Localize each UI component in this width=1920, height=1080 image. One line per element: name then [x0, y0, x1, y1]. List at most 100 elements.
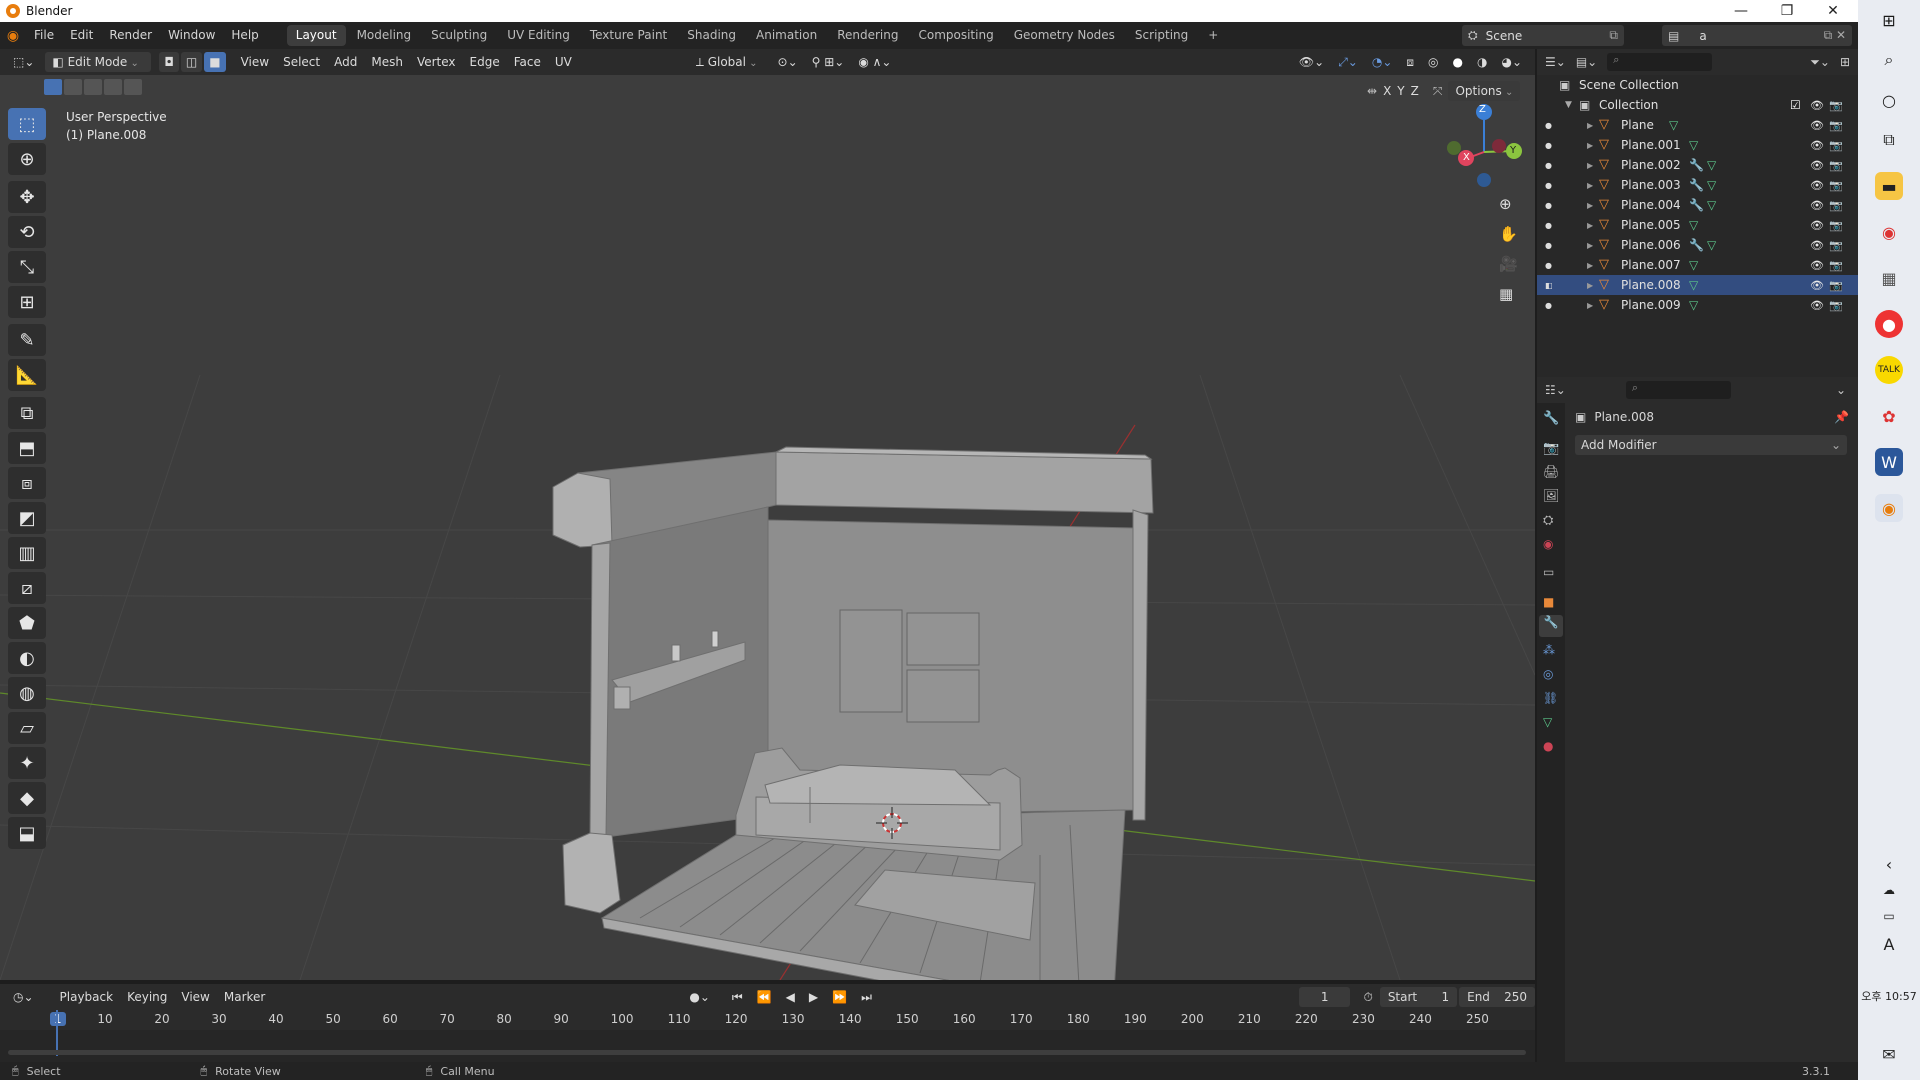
- menu-edge[interactable]: Edge: [463, 52, 507, 72]
- visibility-icon[interactable]: 👁⌄: [1292, 52, 1331, 72]
- menu-playback[interactable]: Playback: [53, 987, 121, 1007]
- outliner-object-row[interactable]: ● ▶ ▽ Plane.001 ▽ 👁 📷: [1537, 135, 1858, 155]
- rendered-shading-icon[interactable]: ◕⌄: [1494, 52, 1529, 72]
- frame-tick-label[interactable]: 230: [1352, 1012, 1375, 1026]
- pan-hand-icon[interactable]: ✋: [1499, 225, 1518, 243]
- select-extend-icon[interactable]: [64, 79, 82, 95]
- spin-tool-icon[interactable]: ◐: [8, 642, 46, 674]
- render-camera-icon[interactable]: 📷: [1829, 179, 1843, 192]
- physics-tab-icon[interactable]: ◎: [1543, 667, 1553, 681]
- eye-icon[interactable]: 👁: [1810, 199, 1824, 212]
- autokey-icon[interactable]: ●⌄: [682, 987, 717, 1007]
- proportional-edit-icon[interactable]: ◉ ∧⌄: [851, 52, 898, 72]
- edit-toggle-icon[interactable]: ●: [1545, 221, 1552, 230]
- blender-menu-icon[interactable]: ◉: [0, 22, 26, 49]
- mesh-data-icon[interactable]: ▽: [1669, 118, 1678, 132]
- select-invert-icon[interactable]: [104, 79, 122, 95]
- editor-type-icon[interactable]: ⬚⌄: [6, 52, 41, 72]
- jump-start-icon[interactable]: ⏮: [725, 987, 750, 1007]
- eye-icon[interactable]: 👁: [1810, 99, 1824, 112]
- tab-shading[interactable]: Shading: [678, 25, 745, 46]
- outliner-editor-icon[interactable]: ☰⌄: [1545, 55, 1566, 69]
- menu-marker[interactable]: Marker: [217, 987, 272, 1007]
- tool-tab-icon[interactable]: 🔧: [1543, 411, 1559, 426]
- filter-icon[interactable]: ⏷⌄: [1810, 55, 1830, 70]
- mesh-data-icon[interactable]: ▽: [1689, 278, 1698, 292]
- tab-sculpting[interactable]: Sculpting: [422, 25, 496, 46]
- edit-toggle-icon[interactable]: ●: [1545, 161, 1552, 170]
- render-camera-icon[interactable]: 📷: [1829, 159, 1843, 172]
- auto-merge-icon[interactable]: ⤧: [1433, 84, 1443, 99]
- cursor-tool-icon[interactable]: ⊕: [8, 143, 46, 175]
- expand-arrow-icon[interactable]: ▶: [1587, 221, 1593, 230]
- shear-tool-icon[interactable]: ◆: [8, 782, 46, 814]
- menu-add[interactable]: Add: [327, 52, 364, 72]
- select-box-tool-icon[interactable]: ⬚: [8, 108, 46, 140]
- add-cube-tool-icon[interactable]: ⧉: [8, 397, 46, 429]
- frame-tick-label[interactable]: 30: [211, 1012, 226, 1026]
- camera-view-icon[interactable]: 🎥: [1499, 255, 1518, 273]
- current-frame-field[interactable]: 1: [1298, 987, 1351, 1007]
- collection-row[interactable]: ▼ ▣ Collection ☑ 👁 📷: [1537, 95, 1858, 115]
- edit-toggle-icon[interactable]: ●: [1545, 261, 1552, 270]
- outliner-object-row[interactable]: ● ▶ ▽ Plane.006 🔧 ▽ 👁 📷: [1537, 235, 1858, 255]
- frame-tick-label[interactable]: 250: [1466, 1012, 1489, 1026]
- select-new-icon[interactable]: [44, 79, 62, 95]
- jump-end-icon[interactable]: ⏭: [854, 987, 879, 1007]
- menu-edit[interactable]: Edit: [62, 22, 101, 49]
- material-shading-icon[interactable]: ◑: [1470, 52, 1494, 72]
- menu-help[interactable]: Help: [223, 22, 266, 49]
- new-collection-icon[interactable]: ⊞: [1840, 55, 1850, 69]
- expand-arrow-icon[interactable]: ▶: [1587, 301, 1593, 310]
- menu-keying[interactable]: Keying: [120, 987, 174, 1007]
- mesh-data-icon[interactable]: ▽: [1689, 218, 1698, 232]
- gizmo-x-label[interactable]: X: [1463, 152, 1470, 163]
- orientation-dropdown[interactable]: ⟂ Global: [689, 52, 765, 72]
- xray-icon[interactable]: ⧈: [1399, 52, 1421, 72]
- play-reverse-icon[interactable]: ◀: [779, 987, 802, 1007]
- minimize-button[interactable]: —: [1718, 0, 1764, 22]
- eye-icon[interactable]: 👁: [1810, 139, 1824, 152]
- play-icon[interactable]: ▶: [802, 987, 825, 1007]
- tab-modeling[interactable]: Modeling: [348, 25, 421, 46]
- kakaotalk-icon[interactable]: TALK: [1875, 356, 1903, 384]
- inset-tool-icon[interactable]: ⧈: [8, 467, 46, 499]
- rotate-tool-icon[interactable]: ⟲: [8, 216, 46, 248]
- properties-editor-icon[interactable]: ☷⌄: [1545, 383, 1566, 397]
- timeline-editor-icon[interactable]: ◷⌄: [6, 987, 41, 1007]
- outliner-object-row[interactable]: ● ▶ ▽ Plane.003 🔧 ▽ 👁 📷: [1537, 175, 1858, 195]
- mesh-data-icon[interactable]: ▽: [1707, 198, 1716, 212]
- frame-tick-label[interactable]: 110: [668, 1012, 691, 1026]
- world-tab-icon[interactable]: ◉: [1543, 537, 1553, 551]
- frame-tick-label[interactable]: 90: [554, 1012, 569, 1026]
- modifier-icon[interactable]: 🔧: [1689, 198, 1704, 212]
- cortana-icon[interactable]: ○: [1875, 86, 1903, 114]
- eye-icon[interactable]: 👁: [1810, 279, 1824, 292]
- frame-tick-label[interactable]: 210: [1238, 1012, 1261, 1026]
- modifier-icon[interactable]: 🔧: [1689, 158, 1704, 172]
- outliner-object-row[interactable]: ● ▶ ▽ Plane.002 🔧 ▽ 👁 📷: [1537, 155, 1858, 175]
- eye-icon[interactable]: 👁: [1810, 259, 1824, 272]
- rip-tool-icon[interactable]: ⬓: [8, 817, 46, 849]
- frame-tick-label[interactable]: 80: [497, 1012, 512, 1026]
- file-explorer-icon[interactable]: ▬: [1875, 172, 1903, 200]
- view-layer-tab-icon[interactable]: 🖼: [1543, 489, 1560, 504]
- edit-toggle-icon[interactable]: ◧: [1545, 281, 1553, 290]
- expand-icon[interactable]: ▼: [1565, 100, 1572, 110]
- eye-icon[interactable]: 👁: [1810, 219, 1824, 232]
- eye-icon[interactable]: 👁: [1810, 159, 1824, 172]
- search-icon[interactable]: ⌕: [1875, 46, 1903, 74]
- display-mode-icon[interactable]: ▤⌄: [1576, 55, 1597, 69]
- collection-tab-icon[interactable]: ▭: [1543, 565, 1554, 579]
- extrude-tool-icon[interactable]: ⬒: [8, 432, 46, 464]
- vertex-select-icon[interactable]: ◘: [159, 52, 179, 72]
- frame-tick-label[interactable]: 150: [896, 1012, 919, 1026]
- tab-scripting[interactable]: Scripting: [1126, 25, 1197, 46]
- menu-select[interactable]: Select: [276, 52, 327, 72]
- mirror-y[interactable]: Y: [1397, 84, 1404, 98]
- measure-tool-icon[interactable]: 📐: [8, 359, 46, 391]
- move-tool-icon[interactable]: ✥: [8, 181, 46, 213]
- scale-tool-icon[interactable]: ⤡: [8, 251, 46, 283]
- render-camera-icon[interactable]: 📷: [1829, 219, 1843, 232]
- solid-shading-icon[interactable]: ●: [1446, 52, 1470, 72]
